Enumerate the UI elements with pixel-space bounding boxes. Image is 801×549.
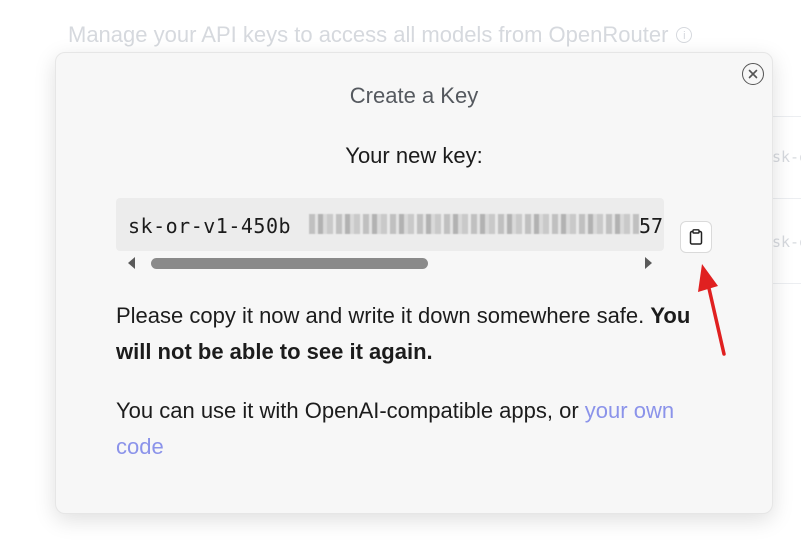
api-key-redacted bbox=[309, 214, 639, 234]
table-divider bbox=[772, 116, 801, 117]
scroll-right-arrow[interactable] bbox=[645, 257, 652, 269]
scroll-left-arrow[interactable] bbox=[128, 257, 135, 269]
close-icon bbox=[748, 69, 758, 79]
api-key-suffix: 57 bbox=[639, 214, 664, 238]
usage-note: You can use it with OpenAI-compatible ap… bbox=[116, 393, 696, 465]
page-subtitle: Manage your API keys to access all model… bbox=[68, 22, 693, 48]
table-divider bbox=[772, 283, 801, 284]
table-divider bbox=[772, 198, 801, 199]
key-heading: Your new key: bbox=[345, 143, 483, 168]
copy-key-button[interactable] bbox=[680, 221, 712, 253]
table-row: sk-o bbox=[772, 233, 801, 251]
api-key-field[interactable]: sk-or-v1-450b 57 bbox=[116, 198, 664, 251]
api-key-prefix: sk-or-v1-450b bbox=[128, 214, 292, 238]
copy-warning-text: Please copy it now and write it down som… bbox=[116, 303, 651, 328]
usage-note-text: You can use it with OpenAI-compatible ap… bbox=[116, 398, 585, 423]
page-subtitle-text: Manage your API keys to access all model… bbox=[68, 22, 669, 47]
horizontal-scrollbar[interactable] bbox=[116, 254, 664, 270]
scrollbar-thumb[interactable] bbox=[151, 258, 428, 269]
close-button[interactable] bbox=[742, 63, 764, 85]
create-key-dialog: Create a Key Your new key: sk-or-v1-450b… bbox=[55, 52, 773, 514]
api-key-display: sk-or-v1-450b 57 bbox=[116, 198, 664, 274]
info-icon[interactable]: i bbox=[676, 27, 693, 43]
clipboard-icon bbox=[689, 229, 703, 245]
dialog-title: Create a Key bbox=[349, 83, 479, 108]
table-row: sk-o bbox=[772, 148, 801, 166]
copy-warning: Please copy it now and write it down som… bbox=[116, 298, 696, 370]
